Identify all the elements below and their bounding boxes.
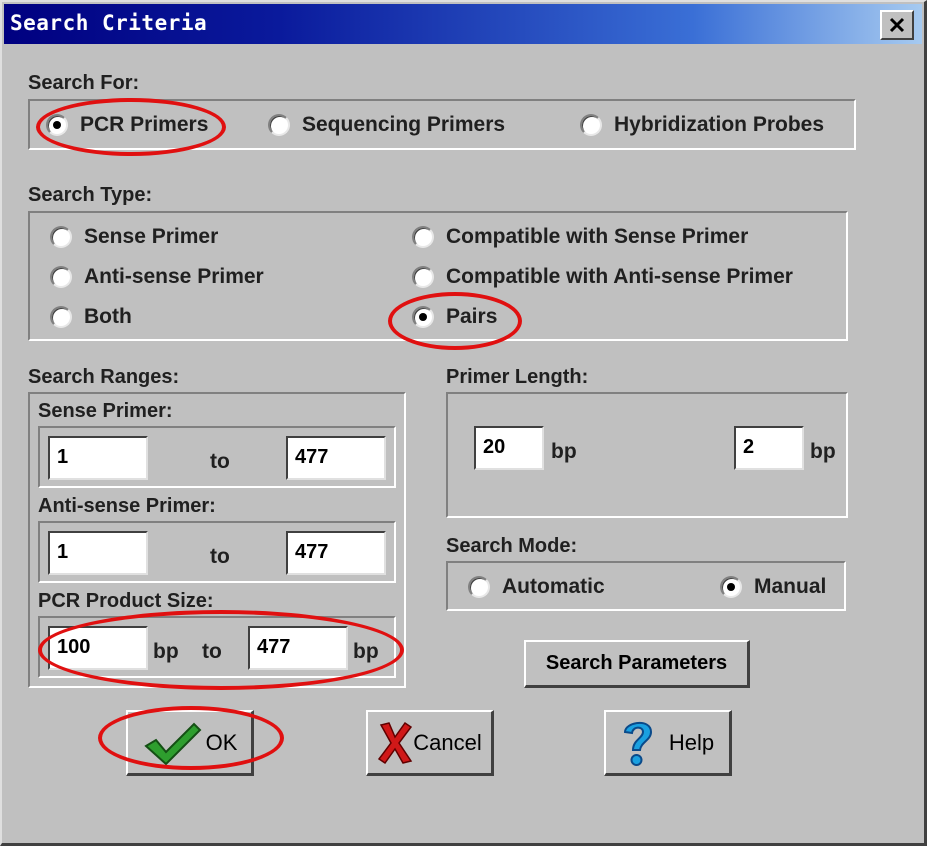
radio-label: Sequencing Primers (302, 113, 506, 136)
search-ranges-label: Search Ranges: (28, 366, 180, 388)
pcr-product-size-label: PCR Product Size: (38, 590, 214, 612)
x-icon (378, 721, 413, 764)
radio-button[interactable] (412, 266, 434, 288)
radio-button[interactable] (46, 114, 68, 136)
radio-button[interactable] (50, 306, 72, 328)
sense-primer-label: Sense Primer: (38, 400, 173, 422)
bp-unit: bp (153, 640, 179, 663)
bp-unit: bp (353, 640, 379, 663)
product-to-input[interactable]: 477 (248, 626, 348, 670)
search-parameters-button[interactable]: Search Parameters (524, 640, 750, 688)
radio-label: PCR Primers (80, 113, 209, 136)
radio-button[interactable] (720, 576, 742, 598)
ok-button[interactable]: OK (126, 710, 254, 776)
radio-compatible-antisense[interactable]: Compatible with Anti-sense Primer (412, 265, 793, 289)
radio-label: Both (84, 305, 132, 328)
help-button[interactable]: Help (604, 710, 732, 776)
radio-label: Compatible with Sense Primer (446, 225, 749, 248)
radio-both[interactable]: Both (50, 305, 132, 329)
bp-unit: bp (551, 440, 577, 463)
radio-pairs[interactable]: Pairs (412, 305, 497, 329)
radio-sequencing-primers[interactable]: Sequencing Primers (268, 113, 505, 137)
radio-label: Hybridization Probes (614, 113, 825, 136)
radio-button[interactable] (412, 306, 434, 328)
to-label: to (202, 640, 222, 663)
radio-button[interactable] (468, 576, 490, 598)
radio-label: Sense Primer (84, 225, 219, 248)
search-mode-label: Search Mode: (446, 535, 578, 557)
sense-from-input[interactable]: 1 (48, 436, 148, 480)
radio-manual[interactable]: Manual (720, 575, 826, 599)
cancel-button[interactable]: Cancel (366, 710, 494, 776)
search-type-label: Search Type: (28, 184, 153, 206)
radio-label: Pairs (446, 305, 498, 328)
primer-length-tolerance-input[interactable]: 2 (734, 426, 804, 470)
antisense-to-input[interactable]: 477 (286, 531, 386, 575)
product-from-input[interactable]: 100 (48, 626, 148, 670)
to-label: to (210, 545, 230, 568)
bp-unit: bp (810, 440, 836, 463)
ok-label: OK (205, 729, 238, 755)
close-button[interactable] (880, 10, 914, 40)
radio-sense-primer[interactable]: Sense Primer (50, 225, 218, 249)
to-label: to (210, 450, 230, 473)
search-parameters-label: Search Parameters (545, 652, 728, 674)
radio-label: Compatible with Anti-sense Primer (446, 265, 793, 288)
title-bar[interactable]: Search Criteria (4, 4, 922, 44)
radio-button[interactable] (50, 226, 72, 248)
search-for-label: Search For: (28, 72, 140, 94)
radio-compatible-sense[interactable]: Compatible with Sense Primer (412, 225, 748, 249)
radio-label: Automatic (502, 575, 605, 598)
primer-length-input[interactable]: 20 (474, 426, 544, 470)
radio-hybridization-probes[interactable]: Hybridization Probes (580, 113, 824, 137)
radio-pcr-primers[interactable]: PCR Primers (46, 113, 208, 137)
radio-label: Manual (754, 575, 827, 598)
radio-label: Anti-sense Primer (84, 265, 264, 288)
search-criteria-dialog: Search Criteria Search For: PCR Primers … (0, 0, 927, 846)
radio-button[interactable] (268, 114, 290, 136)
question-icon (623, 721, 652, 766)
primer-length-label: Primer Length: (446, 366, 589, 388)
antisense-primer-label: Anti-sense Primer: (38, 495, 216, 517)
check-icon (143, 722, 202, 765)
radio-button[interactable] (412, 226, 434, 248)
radio-automatic[interactable]: Automatic (468, 575, 605, 599)
sense-to-input[interactable]: 477 (286, 436, 386, 480)
radio-antisense-primer[interactable]: Anti-sense Primer (50, 265, 264, 289)
window-title: Search Criteria (10, 11, 208, 35)
antisense-from-input[interactable]: 1 (48, 531, 148, 575)
radio-button[interactable] (580, 114, 602, 136)
radio-button[interactable] (50, 266, 72, 288)
cancel-label: Cancel (413, 729, 482, 755)
help-label: Help (668, 729, 715, 755)
close-icon (889, 17, 905, 33)
